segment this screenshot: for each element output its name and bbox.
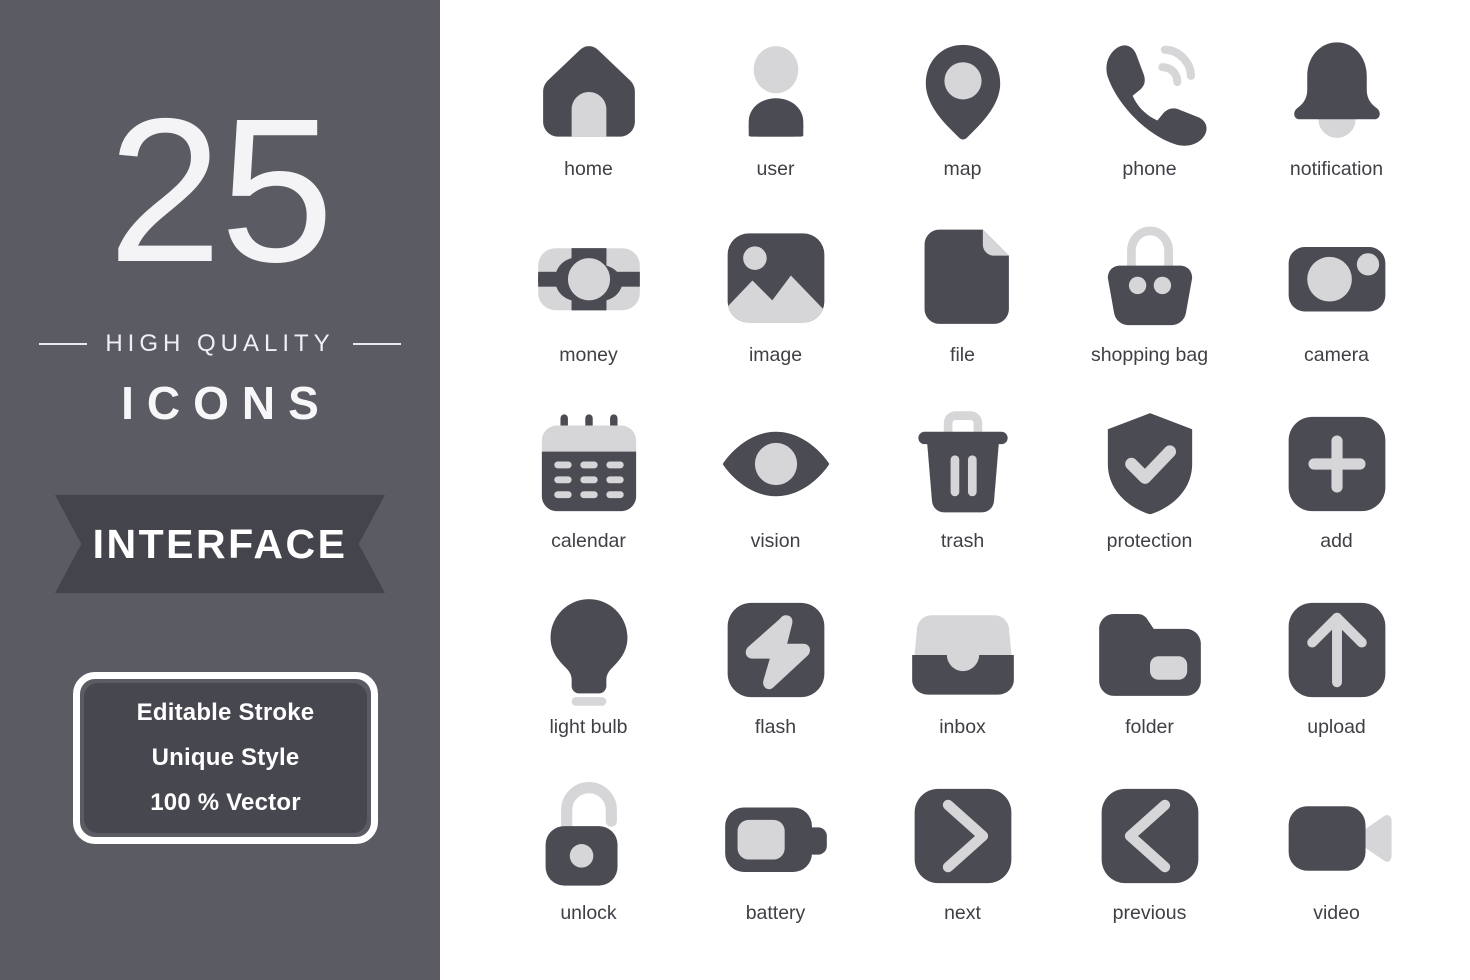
icon-cell-folder[interactable]: folder: [1056, 588, 1243, 774]
icon-cell-unlock[interactable]: unlock: [495, 774, 682, 960]
icon-cell-user[interactable]: user: [682, 30, 869, 216]
interface-ribbon-label: INTERFACE: [92, 520, 348, 567]
tagline-row: HIGH QUALITY: [0, 330, 440, 358]
icon-cell-map[interactable]: map: [869, 30, 1056, 216]
icon-grid-panel: home user map phone notification money i…: [440, 0, 1470, 980]
icon-cell-add[interactable]: add: [1243, 402, 1430, 588]
icon-set-poster: 25 HIGH QUALITY ICONS INTERFACE Editable…: [0, 0, 1470, 980]
home-icon[interactable]: [527, 30, 651, 154]
notification-icon[interactable]: [1275, 30, 1399, 154]
icon-label-map: map: [943, 158, 982, 180]
icon-cell-video[interactable]: video: [1243, 774, 1430, 960]
map-icon[interactable]: [901, 30, 1025, 154]
protection-icon[interactable]: [1088, 402, 1212, 526]
icon-label-calendar: calendar: [551, 530, 626, 552]
icon-label-phone: phone: [1122, 158, 1177, 180]
icons-word: ICONS: [121, 377, 332, 429]
icon-cell-money[interactable]: money: [495, 216, 682, 402]
icon-label-home: home: [564, 158, 613, 180]
light-bulb-icon[interactable]: [527, 588, 651, 712]
next-icon[interactable]: [901, 774, 1025, 898]
icon-label-vision: vision: [750, 530, 801, 552]
upload-icon[interactable]: [1275, 588, 1399, 712]
icon-label-money: money: [559, 344, 618, 366]
icon-label-upload: upload: [1307, 716, 1366, 738]
flash-icon[interactable]: [714, 588, 838, 712]
tagline-rule-left: [39, 343, 88, 345]
unlock-icon[interactable]: [527, 774, 651, 898]
icon-cell-image[interactable]: image: [682, 216, 869, 402]
feature-item-editable-stroke: Editable Stroke: [136, 699, 315, 726]
features-box-inner: Editable Stroke Unique Style 100 % Vecto…: [84, 683, 367, 833]
icon-label-notification: notification: [1289, 158, 1384, 180]
trash-icon[interactable]: [901, 402, 1025, 526]
icon-label-folder: folder: [1125, 716, 1174, 738]
icon-label-file: file: [950, 344, 975, 366]
icon-label-previous: previous: [1112, 902, 1187, 924]
add-icon[interactable]: [1275, 402, 1399, 526]
icon-label-inbox: inbox: [939, 716, 986, 738]
shopping-bag-icon[interactable]: [1088, 216, 1212, 340]
icon-count-number: 25: [107, 76, 334, 305]
icon-label-flash: flash: [754, 716, 797, 738]
icon-cell-home[interactable]: home: [495, 30, 682, 216]
phone-icon[interactable]: [1088, 30, 1212, 154]
icon-label-light-bulb: light bulb: [549, 716, 628, 738]
features-box: Editable Stroke Unique Style 100 % Vecto…: [73, 672, 378, 844]
image-icon[interactable]: [714, 216, 838, 340]
icon-grid: home user map phone notification money i…: [495, 30, 1430, 960]
icon-label-user: user: [756, 158, 795, 180]
tagline-rule-right: [352, 343, 401, 345]
icon-cell-shopping-bag[interactable]: shopping bag: [1056, 216, 1243, 402]
icon-label-next: next: [944, 902, 981, 924]
icon-label-shopping-bag: shopping bag: [1090, 344, 1209, 366]
tagline-text: HIGH QUALITY: [105, 330, 335, 357]
icon-label-video: video: [1313, 902, 1360, 924]
file-icon[interactable]: [901, 216, 1025, 340]
folder-icon[interactable]: [1088, 588, 1212, 712]
icon-label-unlock: unlock: [560, 902, 617, 924]
icon-cell-vision[interactable]: vision: [682, 402, 869, 588]
icon-cell-inbox[interactable]: inbox: [869, 588, 1056, 774]
icon-cell-camera[interactable]: camera: [1243, 216, 1430, 402]
feature-item-unique-style: Unique Style: [151, 744, 300, 771]
user-icon[interactable]: [714, 30, 838, 154]
icon-label-camera: camera: [1303, 344, 1370, 366]
icon-cell-battery[interactable]: battery: [682, 774, 869, 960]
inbox-icon[interactable]: [901, 588, 1025, 712]
icon-cell-calendar[interactable]: calendar: [495, 402, 682, 588]
vision-icon[interactable]: [714, 402, 838, 526]
icon-label-trash: trash: [940, 530, 985, 552]
icon-cell-trash[interactable]: trash: [869, 402, 1056, 588]
battery-icon[interactable]: [714, 774, 838, 898]
icon-cell-file[interactable]: file: [869, 216, 1056, 402]
icon-cell-flash[interactable]: flash: [682, 588, 869, 774]
feature-item-vector: 100 % Vector: [150, 789, 301, 816]
icon-label-battery: battery: [745, 902, 806, 924]
icon-cell-notification[interactable]: notification: [1243, 30, 1430, 216]
interface-ribbon: INTERFACE: [55, 495, 385, 593]
sidebar-panel: 25 HIGH QUALITY ICONS INTERFACE Editable…: [0, 0, 440, 980]
calendar-icon[interactable]: [527, 402, 651, 526]
icon-cell-next[interactable]: next: [869, 774, 1056, 960]
icon-cell-previous[interactable]: previous: [1056, 774, 1243, 960]
icon-label-protection: protection: [1106, 530, 1193, 552]
previous-icon[interactable]: [1088, 774, 1212, 898]
icon-cell-protection[interactable]: protection: [1056, 402, 1243, 588]
camera-icon[interactable]: [1275, 216, 1399, 340]
video-icon[interactable]: [1275, 774, 1399, 898]
money-icon[interactable]: [527, 216, 651, 340]
icon-cell-phone[interactable]: phone: [1056, 30, 1243, 216]
icon-cell-light-bulb[interactable]: light bulb: [495, 588, 682, 774]
icon-label-add: add: [1320, 530, 1353, 552]
icon-cell-upload[interactable]: upload: [1243, 588, 1430, 774]
icon-label-image: image: [748, 344, 803, 366]
